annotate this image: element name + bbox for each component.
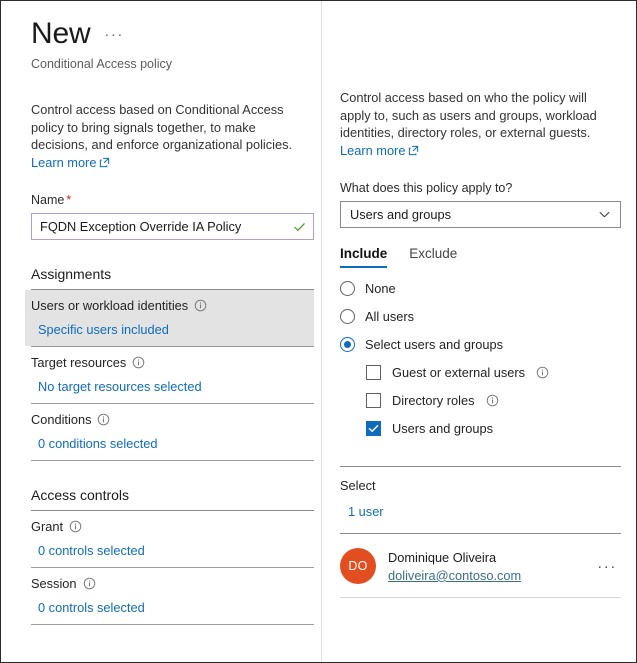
required-marker: * [66, 193, 72, 208]
control-divider-2 [31, 624, 314, 626]
selected-user-row[interactable]: DO Dominique Oliveira doliveira@contoso.… [340, 548, 621, 597]
right-column: Control access based on who the policy w… [322, 1, 636, 662]
user-row-more-options-button[interactable]: ··· [593, 558, 621, 575]
tab-include[interactable]: Include [340, 246, 388, 269]
checkbox-label: Directory roles [392, 393, 475, 409]
policy-name-input[interactable] [32, 214, 313, 240]
include-exclude-tabs: Include Exclude [340, 246, 621, 269]
left-learn-more-label: Learn more [31, 154, 97, 170]
assignment-label-text: Users or workload identities [31, 298, 189, 314]
control-row-session[interactable]: Session 0 controls selected [31, 568, 314, 624]
right-description: Control access based on who the policy w… [340, 89, 608, 159]
control-value-link[interactable]: 0 controls selected [38, 600, 314, 615]
radio-label: Select users and groups [365, 337, 504, 353]
radio-option-select-users-and-groups[interactable]: Select users and groups [340, 337, 621, 353]
avatar: DO [340, 548, 376, 585]
control-row-grant[interactable]: Grant 0 controls selected [31, 511, 314, 567]
info-icon[interactable] [69, 520, 82, 533]
assignment-row-users-or-workload-identities[interactable]: Users or workload identities Specific us… [25, 290, 314, 347]
right-learn-more-label: Learn more [340, 142, 406, 158]
assignment-row-conditions[interactable]: Conditions 0 conditions selected [31, 404, 314, 460]
page-title: New [31, 17, 91, 50]
radio-option-none[interactable]: None [340, 281, 621, 297]
name-input-wrapper [31, 213, 314, 241]
assignment-label-text: Conditions [31, 412, 92, 428]
header-more-options-button[interactable]: ··· [104, 27, 124, 42]
right-description-text: Control access based on who the policy w… [340, 90, 597, 141]
external-link-icon [408, 143, 419, 155]
right-learn-more-link[interactable]: Learn more [340, 143, 419, 158]
assignment-value-link[interactable]: Specific users included [38, 322, 314, 337]
checkbox-label: Guest or external users [392, 365, 526, 381]
checkbox-icon[interactable] [366, 365, 381, 381]
info-icon[interactable] [536, 366, 549, 379]
left-description-text: Control access based on Conditional Acce… [31, 102, 293, 153]
radio-label: None [365, 281, 396, 297]
user-row-bottom-divider [340, 597, 621, 599]
assignment-label: Target resources [31, 355, 314, 370]
apply-to-dropdown[interactable]: Users and groups [340, 201, 621, 229]
page-subtitle: Conditional Access policy [31, 57, 173, 71]
radio-icon[interactable] [340, 281, 355, 297]
checkbox-directory-roles[interactable]: Directory roles [366, 393, 621, 409]
control-label: Grant [31, 519, 314, 534]
info-icon[interactable] [486, 394, 499, 407]
select-heading: Select [340, 478, 376, 494]
assignment-label-text: Target resources [31, 355, 127, 371]
control-label-text: Grant [31, 519, 64, 535]
apply-to-label: What does this policy apply to? [340, 181, 513, 196]
title-row: New ··· [31, 17, 303, 50]
checkbox-icon-checked[interactable] [366, 421, 381, 437]
checkbox-icon[interactable] [366, 393, 381, 409]
radio-icon-selected[interactable] [340, 337, 355, 353]
assignment-row-target-resources[interactable]: Target resources No target resources sel… [31, 347, 314, 403]
radio-label: All users [365, 309, 415, 325]
chevron-down-icon [598, 208, 611, 221]
control-label-text: Session [31, 576, 77, 592]
two-column-layout: New ··· Conditional Access policy Contro… [1, 1, 636, 662]
control-value-link[interactable]: 0 controls selected [38, 543, 314, 558]
control-label: Session [31, 576, 314, 591]
name-label-text: Name [31, 193, 65, 208]
access-controls-heading: Access controls [31, 487, 130, 504]
select-section-divider [340, 466, 621, 468]
user-name: Dominique Oliveira [388, 549, 497, 565]
assignment-label: Conditions [31, 412, 314, 427]
checkbox-guest-or-external-users[interactable]: Guest or external users [366, 365, 621, 381]
assignment-divider-3 [31, 460, 314, 462]
user-meta: Dominique Oliveira doliveira@contoso.com [388, 550, 593, 583]
conditional-access-policy-panel: New ··· Conditional Access policy Contro… [0, 0, 637, 663]
assignment-label: Users or workload identities [31, 298, 314, 313]
external-link-icon [99, 155, 110, 167]
user-email-link[interactable]: doliveira@contoso.com [388, 568, 593, 583]
name-field-label: Name * [31, 193, 303, 207]
assignment-value-link[interactable]: No target resources selected [38, 379, 314, 394]
assignments-heading: Assignments [31, 266, 112, 283]
user-list-divider [340, 533, 621, 535]
left-learn-more-link[interactable]: Learn more [31, 155, 110, 170]
radio-option-all-users[interactable]: All users [340, 309, 621, 325]
info-icon[interactable] [132, 356, 145, 369]
apply-to-selected-value: Users and groups [350, 207, 452, 223]
checkbox-users-and-groups[interactable]: Users and groups [366, 421, 621, 437]
left-description: Control access based on Conditional Acce… [31, 101, 299, 171]
valid-check-icon [293, 220, 306, 233]
left-column: New ··· Conditional Access policy Contro… [1, 1, 322, 662]
info-icon[interactable] [194, 299, 207, 312]
info-icon[interactable] [97, 413, 110, 426]
tab-exclude[interactable]: Exclude [409, 246, 457, 268]
radio-icon[interactable] [340, 309, 355, 325]
info-icon[interactable] [83, 577, 96, 590]
selected-user-count-link[interactable]: 1 user [348, 504, 621, 519]
assignment-value-link[interactable]: 0 conditions selected [38, 436, 314, 451]
checkbox-label: Users and groups [392, 421, 494, 437]
